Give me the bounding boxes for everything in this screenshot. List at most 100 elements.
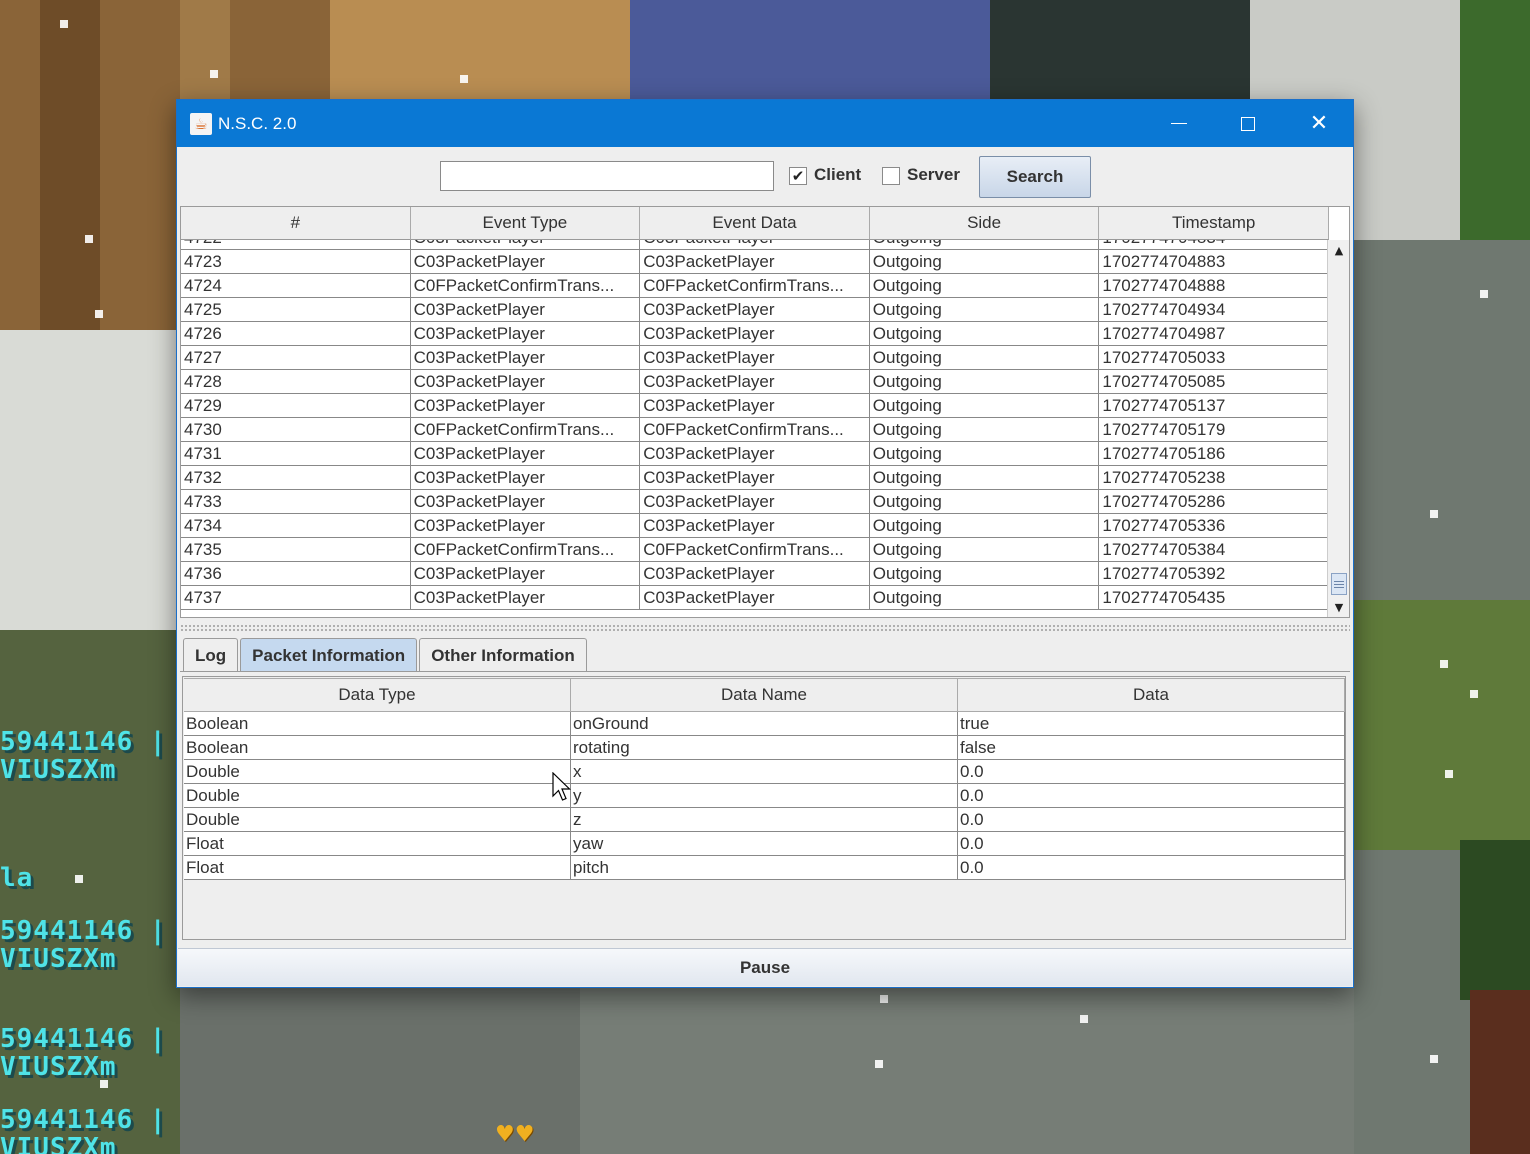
cell-data-value: 0.0 — [958, 832, 1345, 856]
cell-side: Outgoing — [870, 466, 1100, 490]
table-row[interactable]: 4727 C03PacketPlayer C03PacketPlayer Outgoi… — [181, 346, 1329, 370]
table-row[interactable]: Boolean rotating false — [184, 736, 1345, 760]
cell-event-type: C03PacketPlayer — [411, 466, 641, 490]
cell-timestamp: 1702774705384 — [1099, 538, 1329, 562]
column-header-event-data[interactable]: Event Data — [640, 207, 870, 240]
cell-timestamp: 1702774705435 — [1099, 586, 1329, 610]
cell-event-data: C03PacketPlayer — [640, 322, 870, 346]
packet-info-table: Data Type Data Name Data Boolean onGround… — [182, 676, 1346, 940]
table-row[interactable]: 4732 C03PacketPlayer C03PacketPlayer Outgoi… — [181, 466, 1329, 490]
table-row[interactable]: 4734 C03PacketPlayer C03PacketPlayer Outgoi… — [181, 514, 1329, 538]
column-header-data[interactable]: Data — [958, 678, 1345, 712]
cell-event-data: C03PacketPlayer — [640, 346, 870, 370]
maximize-button[interactable] — [1213, 100, 1283, 147]
cell-event-data: C0FPacketConfirmTrans... — [640, 538, 870, 562]
cell-number: 4727 — [181, 346, 411, 370]
cell-side: Outgoing — [870, 418, 1100, 442]
cell-event-data: C03PacketPlayer — [640, 514, 870, 538]
java-cup-icon: ☕ — [190, 112, 212, 135]
column-header-event-type[interactable]: Event Type — [410, 207, 641, 240]
cell-event-data: C0FPacketConfirmTrans... — [640, 274, 870, 298]
table-row[interactable]: 4737 C03PacketPlayer C03PacketPlayer Outgoi… — [181, 586, 1329, 610]
cell-event-type: C0FPacketConfirmTrans... — [411, 418, 641, 442]
scroll-down-icon[interactable]: ▼ — [1328, 597, 1349, 617]
cell-event-type: C03PacketPlayer — [411, 562, 641, 586]
server-checkbox[interactable] — [882, 167, 900, 185]
table-row[interactable]: 4726 C03PacketPlayer C03PacketPlayer Outgoi… — [181, 322, 1329, 346]
table-row[interactable]: Float pitch 0.0 — [184, 856, 1345, 880]
cell-event-data: C03PacketPlayer — [640, 370, 870, 394]
cell-number: 4722 — [181, 240, 411, 250]
cell-data-value: 0.0 — [958, 760, 1345, 784]
table-row[interactable]: 4736 C03PacketPlayer C03PacketPlayer Outgoi… — [181, 562, 1329, 586]
cell-event-type: C03PacketPlayer — [411, 346, 641, 370]
table-row[interactable]: 4735 C0FPacketConfirmTrans... C0FPacketCon… — [181, 538, 1329, 562]
close-icon: ✕ — [1309, 111, 1329, 136]
server-checkbox-label[interactable]: Server — [907, 165, 960, 185]
health-hearts: ♥♥ — [495, 1122, 535, 1147]
tab-log[interactable]: Log — [183, 638, 239, 672]
table-row[interactable]: Float yaw 0.0 — [184, 832, 1345, 856]
cell-timestamp: 1702774705179 — [1099, 418, 1329, 442]
mouse-cursor-icon — [552, 772, 571, 801]
column-header-data-name[interactable]: Data Name — [571, 678, 958, 712]
packet-info-header: Data Type Data Name Data — [184, 678, 1345, 712]
table-row[interactable]: 4731 C03PacketPlayer C03PacketPlayer Outgoi… — [181, 442, 1329, 466]
client-checkbox[interactable]: ✔ — [789, 167, 807, 185]
table-row[interactable]: Double z 0.0 — [184, 808, 1345, 832]
column-header-number[interactable]: # — [181, 207, 411, 240]
cell-event-data: C03PacketPlayer — [640, 586, 870, 610]
tab-packet-information[interactable]: Packet Information — [240, 638, 418, 672]
cell-event-type: C0FPacketConfirmTrans... — [411, 274, 641, 298]
table-row[interactable]: 4725 C03PacketPlayer C03PacketPlayer Outgoi… — [181, 298, 1329, 322]
cell-side: Outgoing — [870, 538, 1100, 562]
cell-side: Outgoing — [870, 240, 1100, 250]
table-row[interactable]: 4730 C0FPacketConfirmTrans... C0FPacketCon… — [181, 418, 1329, 442]
cell-event-type: C03PacketPlayer — [411, 514, 641, 538]
minimize-icon — [1171, 122, 1187, 125]
table-row[interactable]: Double y 0.0 — [184, 784, 1345, 808]
table-row[interactable]: 4733 C03PacketPlayer C03PacketPlayer Outgoi… — [181, 490, 1329, 514]
table-row[interactable]: 4728 C03PacketPlayer C03PacketPlayer Outgoi… — [181, 370, 1329, 394]
search-input[interactable] — [440, 161, 774, 191]
table-row[interactable]: 4722C03PacketPlayerC03PacketPlayerOutgoi… — [181, 240, 1329, 250]
table-row[interactable]: 4723 C03PacketPlayer C03PacketPlayer Outgoi… — [181, 250, 1329, 274]
pause-button[interactable]: Pause — [178, 948, 1352, 986]
title-bar[interactable]: ☕ N.S.C. 2.0 ✕ — [177, 100, 1353, 147]
nsc-window: ☕ N.S.C. 2.0 ✕ ✔ Client Server Search # … — [176, 99, 1354, 988]
cell-side: Outgoing — [870, 274, 1100, 298]
cell-number: 4734 — [181, 514, 411, 538]
cell-number: 4723 — [181, 250, 411, 274]
cell-side: Outgoing — [870, 586, 1100, 610]
table-row[interactable]: Double x 0.0 — [184, 760, 1345, 784]
cell-timestamp: 1702774705085 — [1099, 370, 1329, 394]
vertical-scrollbar[interactable]: ▲ ▼ — [1327, 240, 1349, 617]
column-header-timestamp[interactable]: Timestamp — [1099, 207, 1329, 240]
packet-table-body: 4722C03PacketPlayerC03PacketPlayerOutgoi… — [181, 240, 1329, 617]
cell-data-name: pitch — [571, 856, 958, 880]
column-header-data-type[interactable]: Data Type — [184, 678, 571, 712]
packet-table: # Event Type Event Data Side Timestamp 4… — [180, 206, 1350, 618]
scroll-up-icon[interactable]: ▲ — [1328, 240, 1349, 260]
split-pane-divider[interactable] — [180, 624, 1350, 632]
table-row[interactable]: 4729 C03PacketPlayer C03PacketPlayer Outgoi… — [181, 394, 1329, 418]
cell-event-type: C0FPacketConfirmTrans... — [411, 538, 641, 562]
close-button[interactable]: ✕ — [1284, 100, 1354, 147]
cell-timestamp: 1702774705286 — [1099, 490, 1329, 514]
tab-other-information[interactable]: Other Information — [419, 638, 587, 672]
column-header-side[interactable]: Side — [869, 207, 1100, 240]
cell-number: 4731 — [181, 442, 411, 466]
cell-number: 4724 — [181, 274, 411, 298]
search-button[interactable]: Search — [979, 156, 1091, 198]
client-checkbox-label[interactable]: Client — [814, 165, 861, 185]
cell-data-type: Float — [184, 856, 571, 880]
table-row[interactable]: Boolean onGround true — [184, 712, 1345, 736]
cell-data-type: Float — [184, 832, 571, 856]
table-row[interactable]: 4724 C0FPacketConfirmTrans... C0FPacketCon… — [181, 274, 1329, 298]
cell-timestamp: 1702774705137 — [1099, 394, 1329, 418]
scroll-thumb[interactable] — [1331, 573, 1347, 595]
cell-event-type: C03PacketPlayer — [411, 250, 641, 274]
minimize-button[interactable] — [1144, 100, 1214, 147]
chat-line: 59441146 | VIUSZXm — [0, 1024, 167, 1082]
cell-data-name: onGround — [571, 712, 958, 736]
